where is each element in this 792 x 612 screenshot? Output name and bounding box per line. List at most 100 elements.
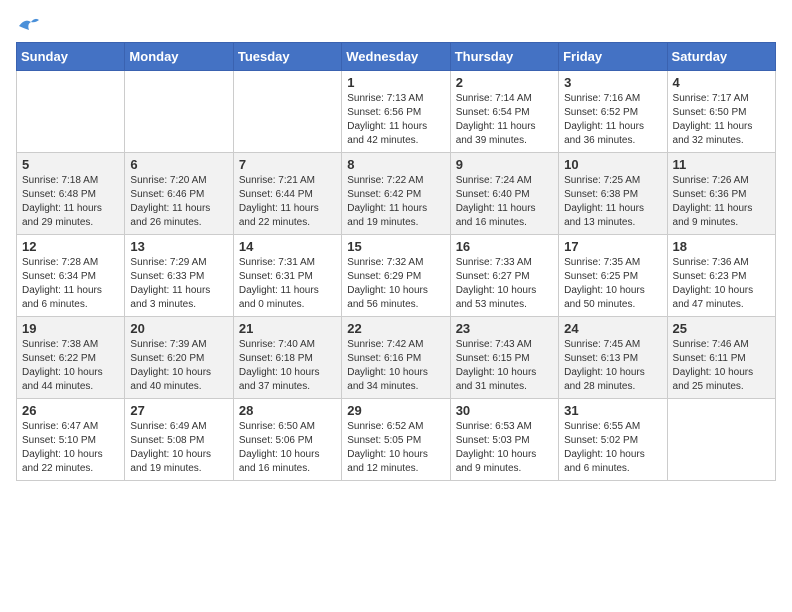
- day-number: 6: [130, 157, 227, 172]
- day-number: 17: [564, 239, 661, 254]
- calendar-cell: 10 Sunrise: 7:25 AM Sunset: 6:38 PM Dayli…: [559, 153, 667, 235]
- day-number: 12: [22, 239, 119, 254]
- day-info: Sunrise: 6:50 AM Sunset: 5:06 PM Dayligh…: [239, 420, 336, 476]
- day-number: 2: [456, 75, 553, 90]
- day-number: 4: [673, 75, 770, 90]
- day-number: 26: [22, 403, 119, 418]
- day-info: Sunrise: 7:24 AM Sunset: 6:40 PM Dayligh…: [456, 174, 553, 230]
- day-info: Sunrise: 7:14 AM Sunset: 6:54 PM Dayligh…: [456, 92, 553, 148]
- day-info: Sunrise: 7:18 AM Sunset: 6:48 PM Dayligh…: [22, 174, 119, 230]
- calendar-cell: 22 Sunrise: 7:42 AM Sunset: 6:16 PM Dayli…: [342, 317, 450, 399]
- calendar-cell: 8 Sunrise: 7:22 AM Sunset: 6:42 PM Daylig…: [342, 153, 450, 235]
- day-number: 14: [239, 239, 336, 254]
- calendar-cell: [125, 71, 233, 153]
- calendar-cell: 14 Sunrise: 7:31 AM Sunset: 6:31 PM Dayli…: [233, 235, 341, 317]
- day-info: Sunrise: 6:47 AM Sunset: 5:10 PM Dayligh…: [22, 420, 119, 476]
- day-number: 28: [239, 403, 336, 418]
- day-number: 19: [22, 321, 119, 336]
- day-info: Sunrise: 7:39 AM Sunset: 6:20 PM Dayligh…: [130, 338, 227, 394]
- calendar-cell: [17, 71, 125, 153]
- day-info: Sunrise: 7:29 AM Sunset: 6:33 PM Dayligh…: [130, 256, 227, 312]
- calendar-cell: [667, 399, 775, 481]
- day-number: 30: [456, 403, 553, 418]
- calendar-week-row: 1 Sunrise: 7:13 AM Sunset: 6:56 PM Daylig…: [17, 71, 776, 153]
- day-info: Sunrise: 7:33 AM Sunset: 6:27 PM Dayligh…: [456, 256, 553, 312]
- calendar-cell: 4Sunrise: 7:17 AM Sunset: 6:50 PM Daylig…: [667, 71, 775, 153]
- day-number: 3: [564, 75, 661, 90]
- calendar-cell: 27 Sunrise: 6:49 AM Sunset: 5:08 PM Dayli…: [125, 399, 233, 481]
- calendar-cell: 2 Sunrise: 7:14 AM Sunset: 6:54 PM Daylig…: [450, 71, 558, 153]
- calendar-cell: [233, 71, 341, 153]
- day-number: 10: [564, 157, 661, 172]
- day-info: Sunrise: 7:32 AM Sunset: 6:29 PM Dayligh…: [347, 256, 444, 312]
- calendar-cell: 30 Sunrise: 6:53 AM Sunset: 5:03 PM Dayli…: [450, 399, 558, 481]
- day-info: Sunrise: 7:45 AM Sunset: 6:13 PM Dayligh…: [564, 338, 661, 394]
- day-number: 7: [239, 157, 336, 172]
- calendar-week-row: 19 Sunrise: 7:38 AM Sunset: 6:22 PM Dayli…: [17, 317, 776, 399]
- calendar-cell: 18 Sunrise: 7:36 AM Sunset: 6:23 PM Dayli…: [667, 235, 775, 317]
- calendar-cell: 7Sunrise: 7:21 AM Sunset: 6:44 PM Daylig…: [233, 153, 341, 235]
- calendar-cell: 29Sunrise: 6:52 AM Sunset: 5:05 PM Dayli…: [342, 399, 450, 481]
- day-header-sunday: Sunday: [17, 43, 125, 71]
- day-info: Sunrise: 7:25 AM Sunset: 6:38 PM Dayligh…: [564, 174, 661, 230]
- day-info: Sunrise: 7:20 AM Sunset: 6:46 PM Dayligh…: [130, 174, 227, 230]
- day-info: Sunrise: 6:55 AM Sunset: 5:02 PM Dayligh…: [564, 420, 661, 476]
- calendar-cell: 11Sunrise: 7:26 AM Sunset: 6:36 PM Dayli…: [667, 153, 775, 235]
- day-info: Sunrise: 7:35 AM Sunset: 6:25 PM Dayligh…: [564, 256, 661, 312]
- day-info: Sunrise: 7:43 AM Sunset: 6:15 PM Dayligh…: [456, 338, 553, 394]
- day-number: 24: [564, 321, 661, 336]
- day-header-monday: Monday: [125, 43, 233, 71]
- calendar-header-row: SundayMondayTuesdayWednesdayThursdayFrid…: [17, 43, 776, 71]
- calendar-cell: 31 Sunrise: 6:55 AM Sunset: 5:02 PM Dayli…: [559, 399, 667, 481]
- calendar-cell: 12 Sunrise: 7:28 AM Sunset: 6:34 PM Dayli…: [17, 235, 125, 317]
- day-number: 21: [239, 321, 336, 336]
- day-info: Sunrise: 7:28 AM Sunset: 6:34 PM Dayligh…: [22, 256, 119, 312]
- day-number: 27: [130, 403, 227, 418]
- day-number: 1: [347, 75, 444, 90]
- day-number: 18: [673, 239, 770, 254]
- day-header-thursday: Thursday: [450, 43, 558, 71]
- day-number: 15: [347, 239, 444, 254]
- calendar-cell: 28 Sunrise: 6:50 AM Sunset: 5:06 PM Dayli…: [233, 399, 341, 481]
- day-number: 8: [347, 157, 444, 172]
- day-number: 20: [130, 321, 227, 336]
- day-info: Sunrise: 7:31 AM Sunset: 6:31 PM Dayligh…: [239, 256, 336, 312]
- day-info: Sunrise: 7:13 AM Sunset: 6:56 PM Dayligh…: [347, 92, 444, 148]
- day-info: Sunrise: 7:16 AM Sunset: 6:52 PM Dayligh…: [564, 92, 661, 148]
- day-info: Sunrise: 6:52 AM Sunset: 5:05 PM Dayligh…: [347, 420, 444, 476]
- day-number: 31: [564, 403, 661, 418]
- calendar-cell: 5 Sunrise: 7:18 AM Sunset: 6:48 PM Daylig…: [17, 153, 125, 235]
- day-info: Sunrise: 7:40 AM Sunset: 6:18 PM Dayligh…: [239, 338, 336, 394]
- calendar-cell: 16 Sunrise: 7:33 AM Sunset: 6:27 PM Dayli…: [450, 235, 558, 317]
- calendar-cell: 26 Sunrise: 6:47 AM Sunset: 5:10 PM Dayli…: [17, 399, 125, 481]
- day-info: Sunrise: 6:53 AM Sunset: 5:03 PM Dayligh…: [456, 420, 553, 476]
- day-info: Sunrise: 7:38 AM Sunset: 6:22 PM Dayligh…: [22, 338, 119, 394]
- calendar-cell: 19 Sunrise: 7:38 AM Sunset: 6:22 PM Dayli…: [17, 317, 125, 399]
- calendar-cell: 17 Sunrise: 7:35 AM Sunset: 6:25 PM Dayli…: [559, 235, 667, 317]
- day-header-friday: Friday: [559, 43, 667, 71]
- day-info: Sunrise: 7:22 AM Sunset: 6:42 PM Dayligh…: [347, 174, 444, 230]
- day-number: 16: [456, 239, 553, 254]
- calendar-week-row: 5 Sunrise: 7:18 AM Sunset: 6:48 PM Daylig…: [17, 153, 776, 235]
- calendar-week-row: 12 Sunrise: 7:28 AM Sunset: 6:34 PM Dayli…: [17, 235, 776, 317]
- calendar-cell: 20 Sunrise: 7:39 AM Sunset: 6:20 PM Dayli…: [125, 317, 233, 399]
- calendar-cell: 1 Sunrise: 7:13 AM Sunset: 6:56 PM Daylig…: [342, 71, 450, 153]
- calendar-week-row: 26 Sunrise: 6:47 AM Sunset: 5:10 PM Dayli…: [17, 399, 776, 481]
- logo-bird-icon: [17, 16, 39, 34]
- day-number: 22: [347, 321, 444, 336]
- calendar-table: SundayMondayTuesdayWednesdayThursdayFrid…: [16, 42, 776, 481]
- calendar-cell: 24 Sunrise: 7:45 AM Sunset: 6:13 PM Dayli…: [559, 317, 667, 399]
- day-info: Sunrise: 7:42 AM Sunset: 6:16 PM Dayligh…: [347, 338, 444, 394]
- day-info: Sunrise: 7:36 AM Sunset: 6:23 PM Dayligh…: [673, 256, 770, 312]
- calendar-cell: 3 Sunrise: 7:16 AM Sunset: 6:52 PM Daylig…: [559, 71, 667, 153]
- calendar-cell: 6 Sunrise: 7:20 AM Sunset: 6:46 PM Daylig…: [125, 153, 233, 235]
- day-number: 5: [22, 157, 119, 172]
- calendar-cell: 15 Sunrise: 7:32 AM Sunset: 6:29 PM Dayli…: [342, 235, 450, 317]
- day-info: Sunrise: 7:46 AM Sunset: 6:11 PM Dayligh…: [673, 338, 770, 394]
- day-number: 9: [456, 157, 553, 172]
- day-info: Sunrise: 6:49 AM Sunset: 5:08 PM Dayligh…: [130, 420, 227, 476]
- calendar-cell: 13Sunrise: 7:29 AM Sunset: 6:33 PM Dayli…: [125, 235, 233, 317]
- day-number: 25: [673, 321, 770, 336]
- calendar-cell: 23Sunrise: 7:43 AM Sunset: 6:15 PM Dayli…: [450, 317, 558, 399]
- calendar-cell: 25 Sunrise: 7:46 AM Sunset: 6:11 PM Dayli…: [667, 317, 775, 399]
